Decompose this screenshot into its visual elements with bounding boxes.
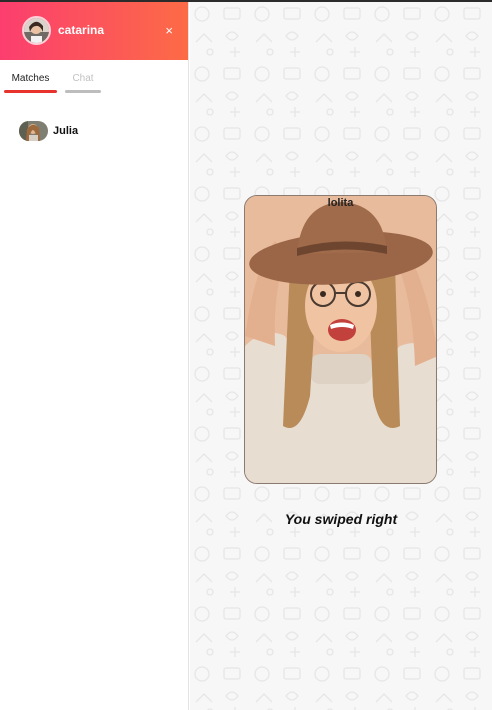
sidebar: catarina × Matches Chat Julia [0, 0, 189, 710]
profile-photo [245, 196, 436, 483]
swipe-area: lolita You swiped right [190, 2, 492, 710]
user-avatar[interactable] [22, 15, 51, 45]
swipe-result-message: You swiped right [284, 511, 398, 527]
window-top-rule [0, 0, 492, 2]
sidebar-header: catarina × [0, 0, 188, 60]
user-name: catarina [58, 23, 105, 37]
match-list-item[interactable]: Julia [0, 93, 188, 141]
profile-card[interactable]: lolita [244, 195, 437, 484]
tab-chat-indicator [65, 90, 101, 93]
close-icon[interactable]: × [165, 24, 173, 37]
tab-matches-indicator [4, 90, 57, 93]
tab-chat-label: Chat [72, 73, 94, 84]
profile-name: lolita [327, 197, 354, 209]
sidebar-tabs: Matches Chat [0, 60, 188, 93]
tab-matches[interactable]: Matches [4, 60, 57, 93]
match-avatar [19, 121, 48, 141]
match-name: Julia [53, 125, 79, 137]
tab-chat[interactable]: Chat [65, 60, 101, 93]
tab-matches-label: Matches [11, 73, 50, 84]
